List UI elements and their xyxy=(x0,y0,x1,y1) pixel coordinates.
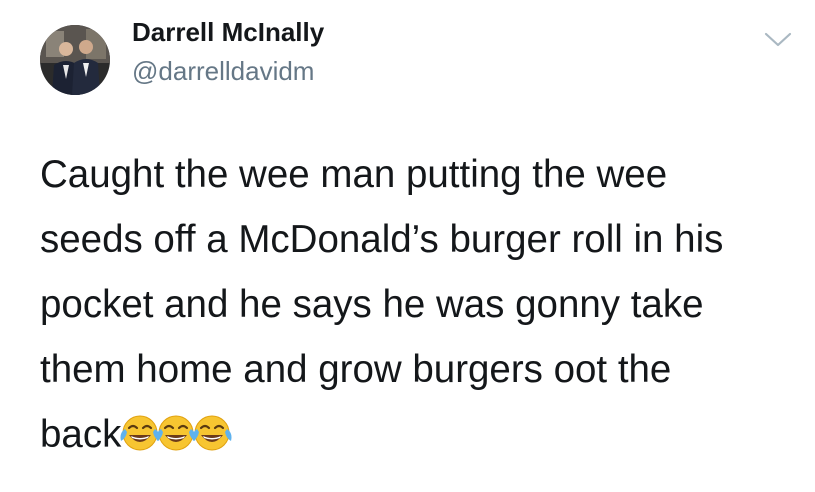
display-name[interactable]: Darrell McInally xyxy=(132,17,324,48)
tears-of-joy-emoji-icon xyxy=(190,411,234,455)
avatar[interactable] xyxy=(40,25,110,95)
tweet-text-line: them home and grow burgers oot the xyxy=(40,348,672,391)
tweet-text-line: back xyxy=(40,413,122,456)
tweet-text-line: Caught the wee man putting the wee xyxy=(40,153,668,196)
tweet-text-line: pocket and he says he was gonny take xyxy=(40,283,704,326)
user-handle[interactable]: @darrelldavidm xyxy=(132,56,314,87)
tweet-text: Caught the wee man putting the wee seeds… xyxy=(40,142,800,467)
chevron-down-icon[interactable] xyxy=(760,28,796,52)
tweet-card: Darrell McInally @darrelldavidm Caught t… xyxy=(0,0,815,492)
tweet-text-last-line: back xyxy=(40,402,800,467)
tweet-text-line: seeds off a McDonald’s burger roll in hi… xyxy=(40,218,724,261)
profile-photo-icon xyxy=(40,25,110,95)
